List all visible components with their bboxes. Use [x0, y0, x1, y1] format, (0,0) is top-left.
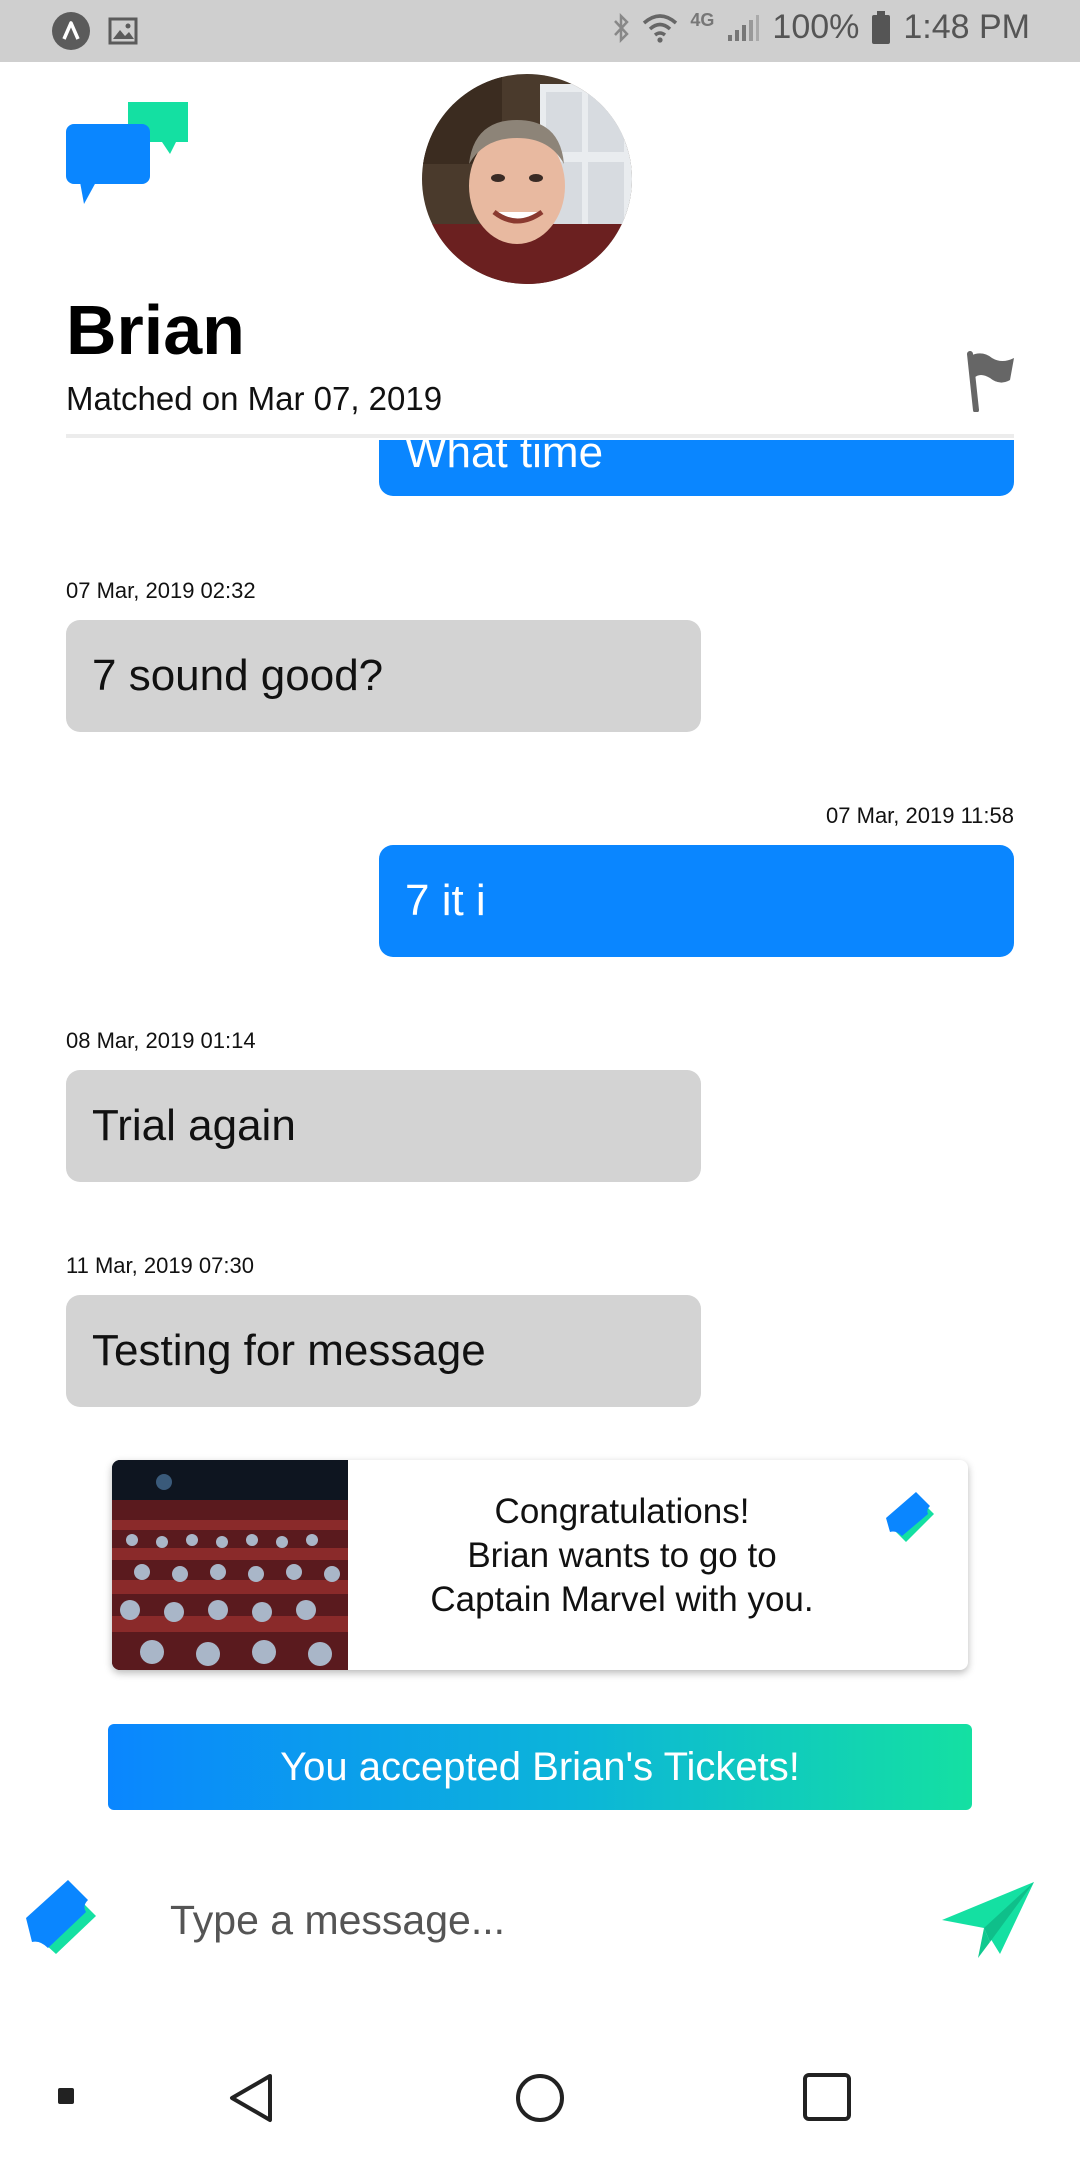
message-bubble-outgoing[interactable]: 7 it i — [379, 845, 1014, 957]
home-icon[interactable] — [514, 2072, 566, 2124]
compose-bar — [0, 1860, 1080, 2000]
message-text: 7 it i — [405, 876, 486, 925]
battery-percent: 100% — [772, 8, 860, 46]
report-flag-icon[interactable] — [964, 350, 1016, 412]
message-bubble-incoming[interactable]: Trial again — [66, 1070, 701, 1182]
message-bubble-outgoing[interactable]: What time — [379, 440, 1014, 496]
bluetooth-icon — [614, 12, 630, 43]
message-text: Trial again — [92, 1101, 296, 1150]
message-timestamp: 08 Mar, 2019 01:14 — [66, 1028, 256, 1053]
back-icon[interactable] — [228, 2072, 274, 2124]
tickets-accepted-banner: You accepted Brian's Tickets! — [108, 1724, 972, 1810]
status-bar-notifications — [52, 12, 138, 50]
message-text: Testing for message — [92, 1326, 486, 1375]
image-notification-icon — [108, 17, 138, 45]
ticket-invite-line: Congratulations! — [494, 1492, 750, 1531]
system-navigation-bar — [0, 2030, 1080, 2160]
matched-on-date: Matched on Mar 07, 2019 — [66, 380, 443, 417]
ticket-invite-card[interactable]: Congratulations! Brian wants to go to Ca… — [112, 1460, 968, 1670]
recent-apps-icon[interactable] — [802, 2072, 852, 2122]
signal-icon — [728, 14, 760, 41]
movie-theater-image — [112, 1460, 348, 1670]
app-notification-icon — [52, 12, 90, 50]
message-bubble-incoming[interactable]: 7 sound good? — [66, 620, 701, 732]
message-bubble-incoming[interactable]: Testing for message — [66, 1295, 701, 1407]
status-bar: 4G 100% 1:48 PM — [0, 0, 1080, 62]
status-bar-system: 4G 100% 1:48 PM — [612, 8, 1030, 47]
chat-bubbles-logo-icon[interactable] — [66, 102, 188, 212]
header-divider — [66, 434, 1014, 438]
message-input[interactable] — [150, 1880, 950, 1960]
ticket-invite-message: Congratulations! Brian wants to go to Ca… — [412, 1490, 832, 1622]
message-text: What time — [405, 440, 604, 477]
message-list[interactable]: What time 07 Mar, 2019 02:32 7 sound goo… — [0, 440, 1080, 1440]
match-avatar[interactable] — [422, 74, 632, 284]
network-type-label: 4G — [690, 10, 715, 30]
menu-dot-icon[interactable] — [58, 2088, 74, 2104]
ticket-icon[interactable] — [22, 1876, 108, 1956]
match-name: Brian — [66, 291, 245, 369]
wifi-icon — [643, 13, 678, 43]
ticket-icon — [886, 1492, 934, 1542]
message-text: 7 sound good? — [92, 651, 384, 700]
message-timestamp: 07 Mar, 2019 11:58 — [826, 803, 1014, 828]
chat-screen: 4G 100% 1:48 PM Brian Matched on Mar 07,… — [0, 0, 1080, 2160]
clock: 1:48 PM — [903, 8, 1030, 46]
ticket-invite-line: Captain Marvel with you. — [430, 1580, 814, 1619]
ticket-invite-line: Brian wants to go to — [467, 1536, 777, 1575]
battery-icon — [872, 10, 891, 44]
paper-plane-send-icon[interactable] — [940, 1880, 1036, 1962]
message-timestamp: 11 Mar, 2019 07:30 — [66, 1253, 254, 1278]
message-timestamp: 07 Mar, 2019 02:32 — [66, 578, 256, 603]
chat-header: Brian Matched on Mar 07, 2019 — [0, 62, 1080, 440]
